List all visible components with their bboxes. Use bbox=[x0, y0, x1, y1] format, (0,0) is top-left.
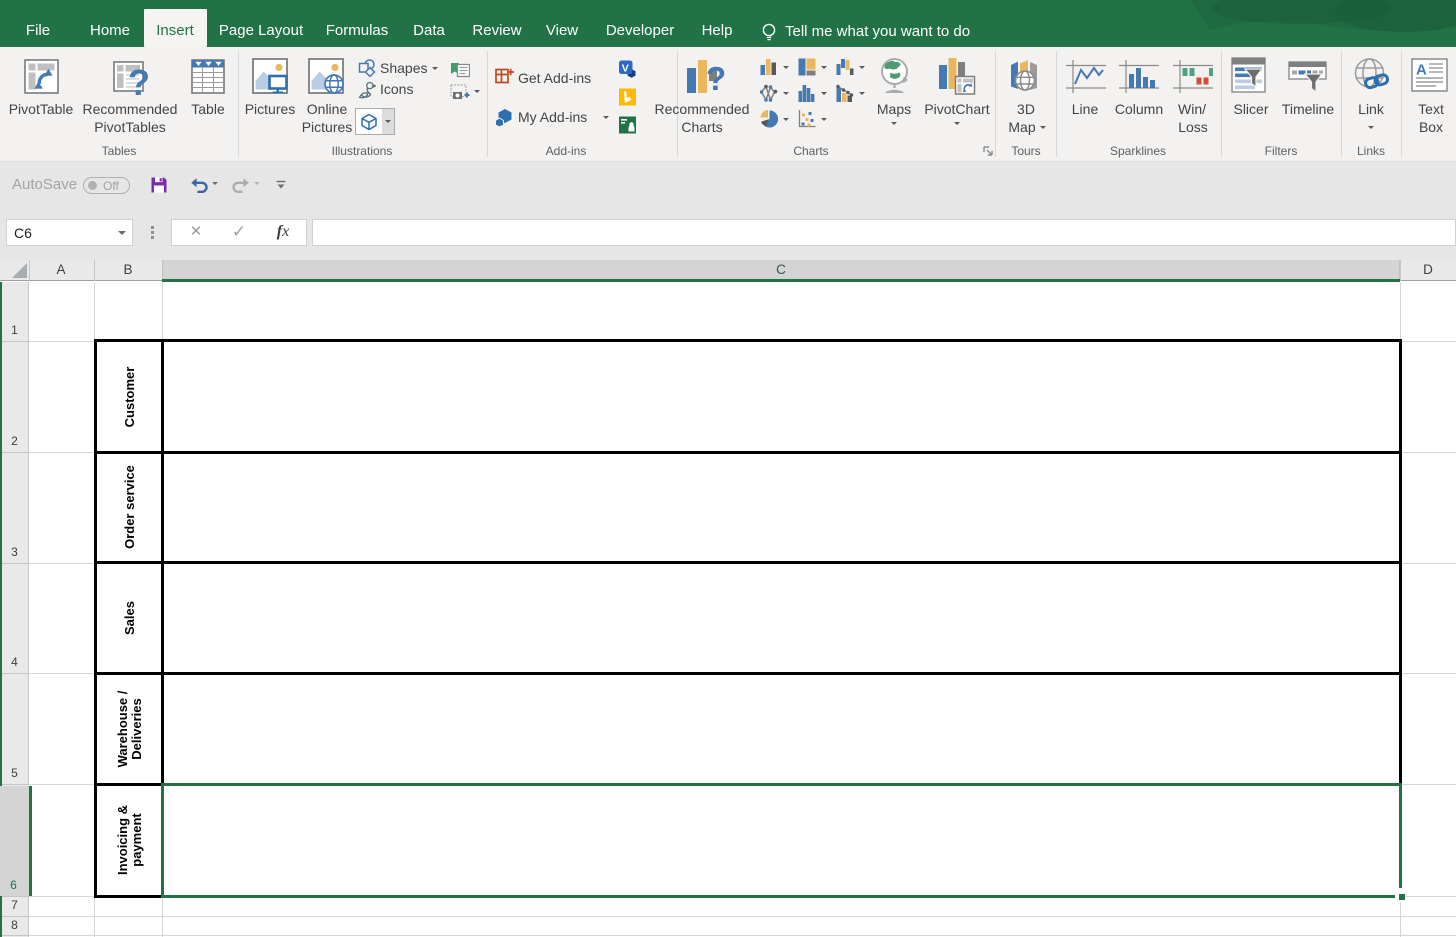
svg-text:A: A bbox=[1416, 62, 1427, 79]
svg-text:?: ? bbox=[706, 60, 726, 97]
svg-text:?: ? bbox=[128, 62, 150, 99]
svg-text:V: V bbox=[622, 62, 629, 74]
